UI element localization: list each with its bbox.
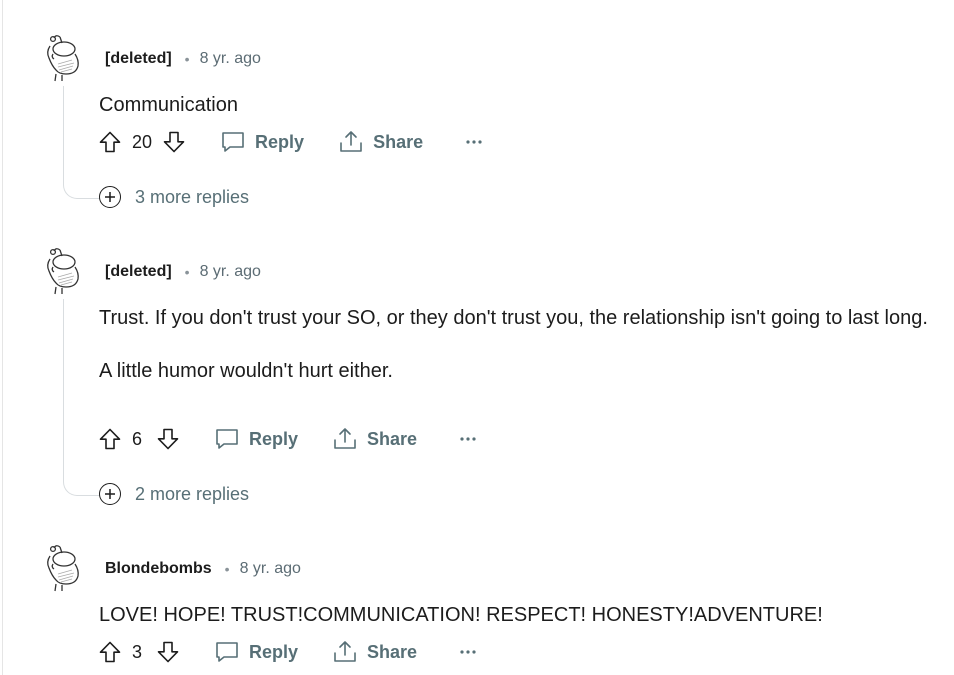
share-upload-icon [334, 641, 356, 662]
share-label: Share [367, 641, 418, 662]
reply-label: Reply [249, 641, 299, 662]
reply-button[interactable]: Reply [214, 639, 298, 665]
vote-controls: 3 [98, 640, 180, 664]
comment: Blondebombs • 8 yr. ago LOVE! HOPE! TRUS… [0, 0, 954, 675]
author-name[interactable]: Blondebombs [105, 560, 212, 578]
snoo-avatar-icon [47, 545, 79, 592]
separator-dot: • [224, 561, 230, 577]
downvote-arrow-icon[interactable] [156, 640, 180, 664]
comment-paragraph: LOVE! HOPE! TRUST!COMMUNICATION! RESPECT… [99, 604, 823, 626]
vote-score: 3 [132, 641, 143, 662]
ellipsis-icon [460, 650, 476, 654]
upvote-arrow-icon[interactable] [98, 640, 122, 664]
more-options-button[interactable] [459, 649, 477, 655]
comment-actions: 3 Reply Share [98, 636, 477, 668]
avatar[interactable] [42, 544, 82, 592]
speech-bubble-icon [216, 642, 238, 662]
share-button[interactable]: Share [332, 639, 417, 665]
comment-header: Blondebombs • 8 yr. ago [105, 557, 301, 581]
timestamp[interactable]: 8 yr. ago [240, 560, 301, 578]
comment-body: LOVE! HOPE! TRUST!COMMUNICATION! RESPECT… [99, 600, 939, 630]
